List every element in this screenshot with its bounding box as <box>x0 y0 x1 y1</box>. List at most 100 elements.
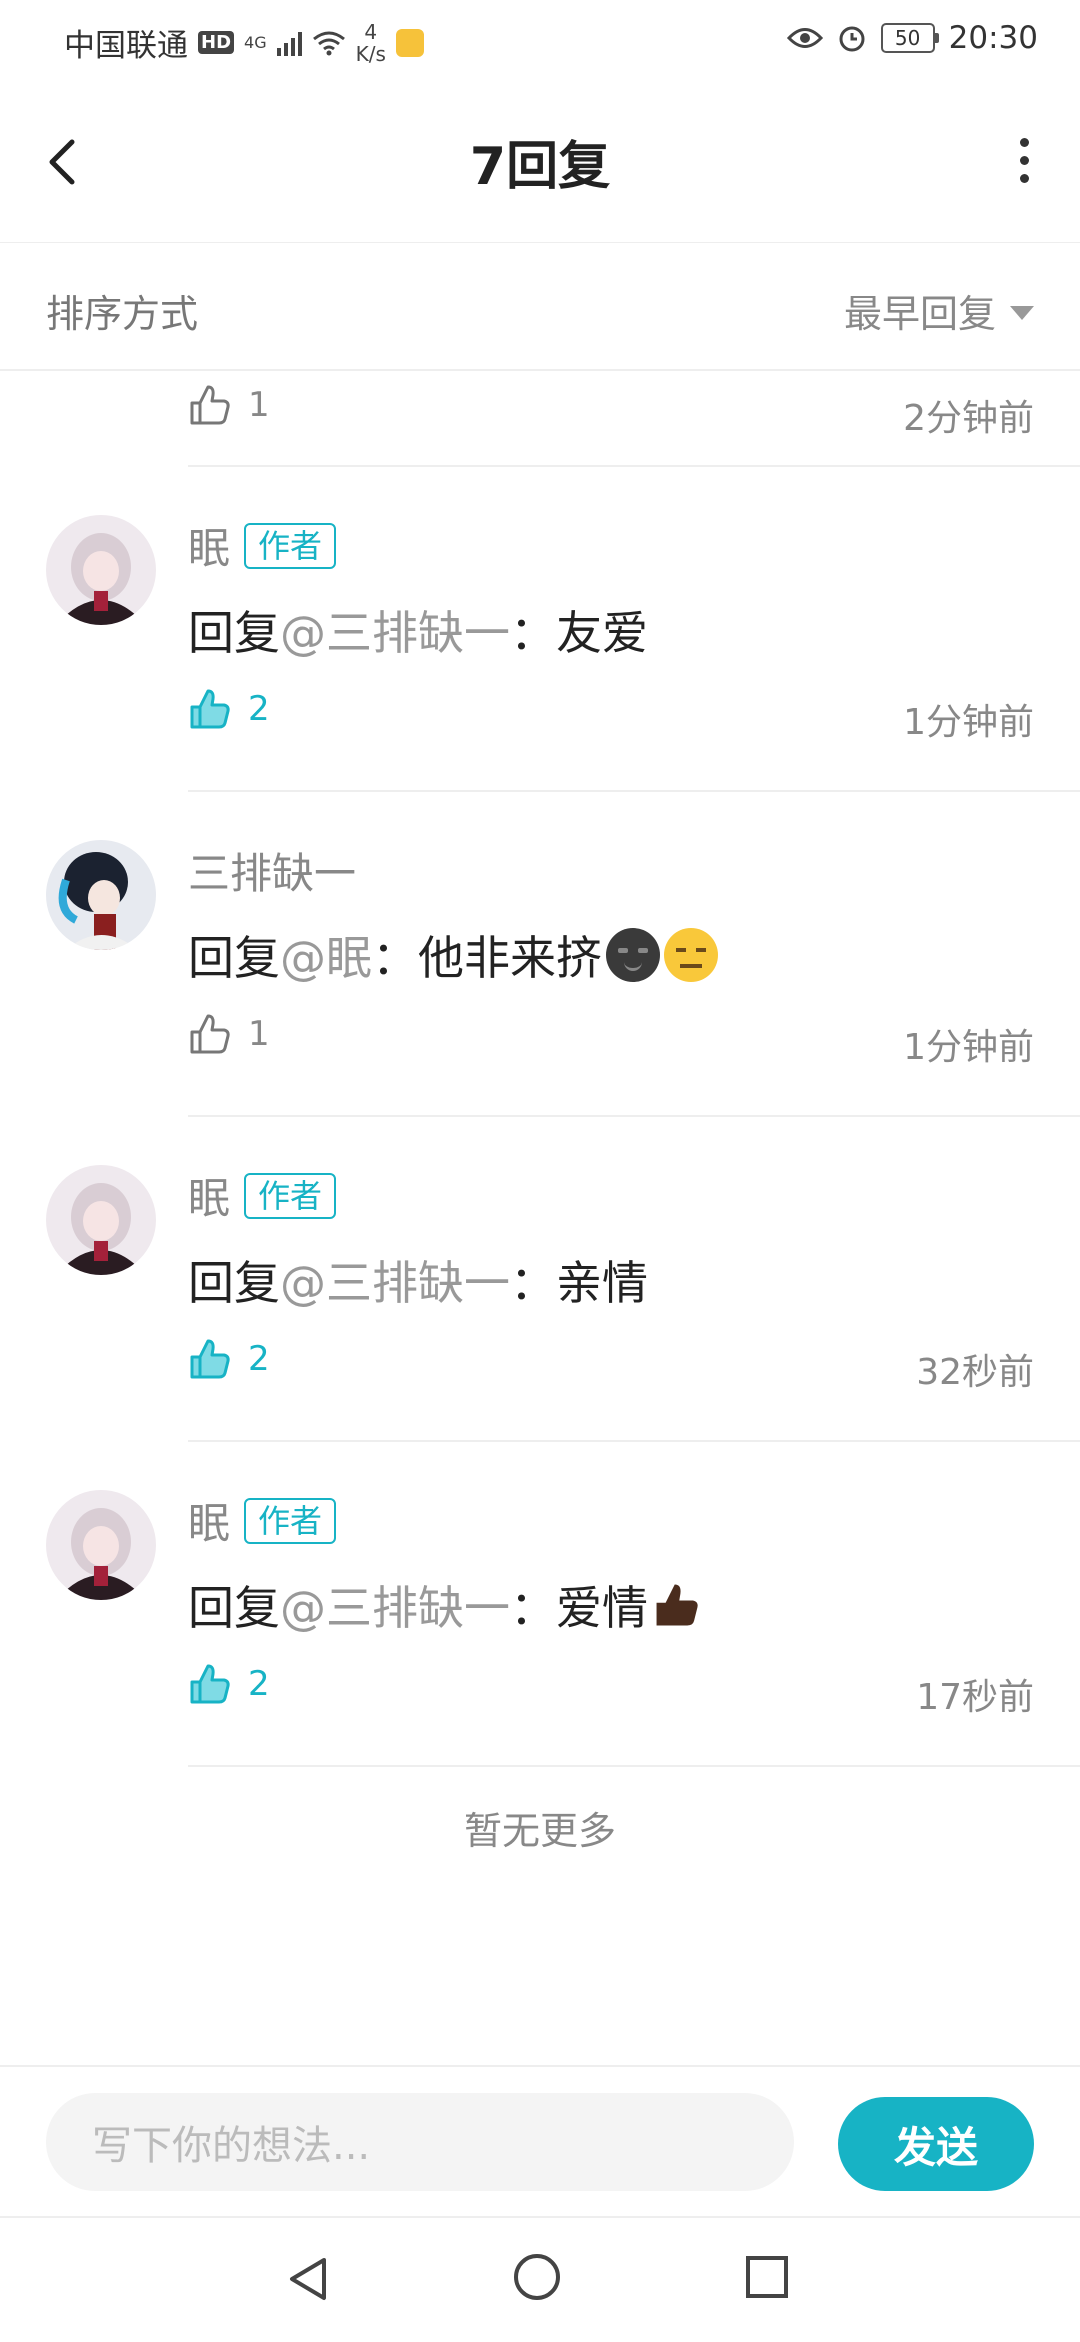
nav-recent-apps-icon[interactable] <box>746 2256 788 2298</box>
author-badge: 作者 <box>244 1497 337 1544</box>
nav-back-icon[interactable] <box>284 2254 334 2304</box>
username[interactable]: 三排缺一 <box>188 840 356 901</box>
like-button[interactable]: 1 <box>188 383 270 427</box>
comment-header: 眠 作者 <box>188 1165 337 1226</box>
sort-dropdown[interactable]: 最早回复 <box>844 283 1034 338</box>
thumbs-up-outline-icon <box>190 1014 230 1054</box>
avatar[interactable] <box>46 515 156 625</box>
no-more-label: 暂无更多 <box>463 1809 616 1853</box>
page-title: 7回复 <box>469 137 611 197</box>
sort-bar: 排序方式 最早回复 <box>0 243 1080 371</box>
username[interactable]: 眠 <box>188 515 230 576</box>
reply-mention[interactable]: @三排缺一 <box>280 1247 510 1313</box>
like-count: 1 <box>248 1014 270 1054</box>
comment-time: 2分钟前 <box>903 398 1034 439</box>
comment-text: 回复 @三排缺一 ：亲情 <box>188 1247 648 1313</box>
network-speed-value: 4 <box>364 19 378 44</box>
divider <box>188 1765 1080 1767</box>
partial-comment-meta: 1 2分钟前 <box>188 383 1034 443</box>
comment-item: 眠 作者 回复 @三排缺一 ：友爱 2 1分钟前 <box>0 467 1080 792</box>
dot-icon <box>1019 173 1029 183</box>
like-button[interactable]: 1 <box>188 1012 270 1056</box>
like-count: 2 <box>248 1664 270 1704</box>
eye-icon <box>786 28 823 48</box>
wifi-icon <box>312 31 345 55</box>
battery-icon: 50 <box>880 23 939 53</box>
comment-header: 眠 作者 <box>188 515 337 576</box>
alarm-icon <box>839 26 865 52</box>
avatar[interactable] <box>46 1490 156 1600</box>
comment-meta: 2 1分钟前 <box>188 687 1034 747</box>
comment-time: 17秒前 <box>916 1677 1034 1718</box>
comment-meta: 1 1分钟前 <box>188 1012 1034 1072</box>
reply-prefix: 回复 <box>188 1256 280 1310</box>
thumbs-up-filled-icon <box>190 689 230 729</box>
comment-text: 回复 @三排缺一 ：友爱 <box>188 597 648 663</box>
dot-icon <box>1019 137 1029 147</box>
comment-time: 1分钟前 <box>903 702 1034 743</box>
author-badge: 作者 <box>244 522 337 569</box>
hd-icon: HD <box>198 31 235 54</box>
dropdown-arrow-icon <box>1010 305 1034 320</box>
nav-home-icon[interactable] <box>514 2254 560 2300</box>
network-speed: 4 K/s <box>356 21 386 65</box>
thumbs-up-filled-icon <box>190 1664 230 1704</box>
comment-header: 三排缺一 <box>188 840 356 901</box>
comment-body: ：他非来挤 <box>372 931 602 985</box>
avatar-image <box>46 515 156 625</box>
username[interactable]: 眠 <box>188 1165 230 1226</box>
like-count: 2 <box>248 689 270 729</box>
send-button[interactable]: 发送 <box>838 2097 1034 2191</box>
comment-time: 32秒前 <box>916 1352 1034 1393</box>
reply-mention[interactable]: @眠 <box>280 922 372 988</box>
comment-item: 眠 作者 回复 @三排缺一 ：爱情 2 17秒前 <box>0 1442 1080 1767</box>
like-count: 1 <box>248 385 270 425</box>
comment-text: 回复 @眠 ：他非来挤 <box>188 922 718 988</box>
thumbs-up-filled-icon <box>190 1339 230 1379</box>
avatar[interactable] <box>46 1165 156 1275</box>
like-button[interactable]: 2 <box>188 1337 270 1381</box>
comment-item: 三排缺一 回复 @眠 ：他非来挤 1 1分钟前 <box>0 792 1080 1117</box>
app-header: 7回复 <box>0 76 1080 243</box>
network-speed-unit: K/s <box>355 41 386 66</box>
comment-header: 眠 作者 <box>188 1490 337 1551</box>
smirk-emoji-icon <box>606 928 660 982</box>
reply-input-bar: 写下你的想法... 发送 <box>0 2065 1080 2217</box>
comment-meta: 2 17秒前 <box>188 1662 1034 1722</box>
clock: 20:30 <box>948 20 1038 56</box>
notification-icon <box>395 28 424 57</box>
like-count: 2 <box>248 1339 270 1379</box>
reply-prefix: 回复 <box>188 606 280 660</box>
reply-prefix: 回复 <box>188 931 280 985</box>
like-button[interactable]: 2 <box>188 687 270 731</box>
avatar[interactable] <box>46 840 156 950</box>
comment-meta: 2 32秒前 <box>188 1337 1034 1397</box>
sort-selected-value: 最早回复 <box>843 292 996 336</box>
reply-mention[interactable]: @三排缺一 <box>280 597 510 663</box>
carrier-name: 中国联通 <box>64 28 188 64</box>
comment-text: 回复 @三排缺一 ：爱情 <box>188 1572 702 1638</box>
comment-time: 1分钟前 <box>903 1027 1034 1068</box>
username[interactable]: 眠 <box>188 1490 230 1551</box>
sort-label: 排序方式 <box>46 292 199 336</box>
comment-body: ：爱情 <box>510 1581 648 1635</box>
reply-mention[interactable]: @三排缺一 <box>280 1572 510 1638</box>
like-button[interactable]: 2 <box>188 1662 270 1706</box>
dot-icon <box>1019 155 1029 165</box>
reply-prefix: 回复 <box>188 1581 280 1635</box>
thumbs-up-emoji-icon <box>652 1578 702 1632</box>
more-options-button[interactable] <box>1012 128 1036 192</box>
status-bar-left: 中国联通 HD 4G 4 K/s <box>64 20 424 65</box>
comment-body: ：友爱 <box>510 606 648 660</box>
comment-item: 眠 作者 回复 @三排缺一 ：亲情 2 32秒前 <box>0 1117 1080 1442</box>
reply-input[interactable]: 写下你的想法... <box>46 2093 794 2191</box>
signal-icon <box>276 30 302 56</box>
expressionless-emoji-icon <box>664 928 718 982</box>
system-nav-bar <box>0 2216 1080 2342</box>
status-bar: 中国联通 HD 4G 4 K/s 50 20:30 <box>0 0 1080 76</box>
avatar-image <box>46 1490 156 1600</box>
status-bar-right: 50 20:30 <box>786 20 1038 56</box>
comment-body: ：亲情 <box>510 1256 648 1310</box>
avatar-image <box>46 1165 156 1275</box>
avatar-image <box>46 840 156 950</box>
